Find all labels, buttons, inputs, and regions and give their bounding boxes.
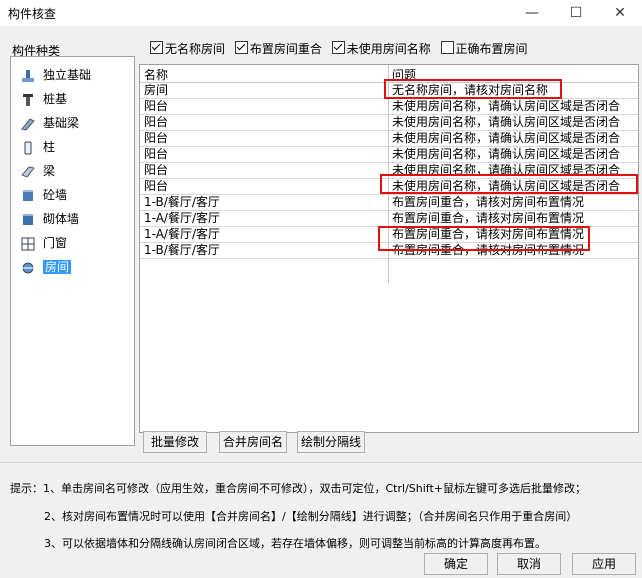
highlight-box-overlap xyxy=(378,226,590,251)
hint-line-3: 3、可以依据墙体和分隔线确认房间闭合区域，若存在墙体偏移，则可调整当前标高的计算… xyxy=(44,537,546,550)
isolated-footing-icon xyxy=(22,69,34,82)
component-item-isolated-footing[interactable]: 独立基础 xyxy=(21,65,91,85)
table-row[interactable]: 阳台 未使用房间名称，请确认房间区域是否闭合 xyxy=(140,131,638,147)
checkbox-checked-icon xyxy=(331,41,345,54)
window-title: 构件核查 xyxy=(8,7,57,21)
room-icon xyxy=(22,262,34,273)
table-row[interactable]: 1-B/餐厅/客厅 布置房间重合，请核对房间布置情况 xyxy=(140,195,638,211)
filter-unnamed-room[interactable]: 无名称房间 xyxy=(150,40,225,57)
component-item-door-window[interactable]: 门窗 xyxy=(21,233,67,253)
component-type-list: 独立基础 桩基 基础梁 柱 梁 砼墙 砌体墙 门窗 房间 xyxy=(10,56,135,446)
filter-unused-room-name[interactable]: 未使用房间名称 xyxy=(331,40,431,57)
foundation-beam-icon xyxy=(21,117,35,130)
close-button[interactable]: ✕ xyxy=(598,0,642,26)
hint-line-2: 2、核对房间布置情况时可以使用【合并房间名】/【绘制分隔线】进行调整；（合并房间… xyxy=(44,510,578,523)
pile-icon xyxy=(23,93,33,106)
checkbox-checked-icon xyxy=(234,41,248,54)
checkbox-unchecked-icon xyxy=(440,41,454,54)
highlight-box-unnamed xyxy=(384,79,562,99)
apply-button[interactable]: 应用 xyxy=(572,553,636,575)
component-item-masonry-wall[interactable]: 砌体墙 xyxy=(21,209,79,229)
highlight-box-unused-name xyxy=(380,174,638,194)
batch-edit-button[interactable]: 批量修改 xyxy=(143,431,207,453)
draw-divider-button[interactable]: 绘制分隔线 xyxy=(297,431,365,453)
masonry-wall-icon xyxy=(23,213,33,225)
hint-line-1: 提示：1、单击房间名可修改（应用生效，重合房间不可修改），双击可定位，Ctrl/… xyxy=(10,482,586,495)
component-item-beam[interactable]: 梁 xyxy=(21,161,55,181)
results-table: 名称 问题 房间 无名称房间，请核对房间名称 阳台 未使用房间名称，请确认房间区域是… xyxy=(139,64,639,433)
table-row[interactable]: 1-A/餐厅/客厅 布置房间重合，请核对房间布置情况 xyxy=(140,211,638,227)
cancel-button[interactable]: 取消 xyxy=(497,553,561,575)
ok-button[interactable]: 确定 xyxy=(424,553,488,575)
merge-room-name-button[interactable]: 合并房间名 xyxy=(219,431,287,453)
column-header-name[interactable]: 名称 xyxy=(144,66,168,83)
component-item-pile[interactable]: 桩基 xyxy=(21,89,67,109)
beam-icon xyxy=(21,166,35,177)
divider xyxy=(0,462,642,463)
component-item-room[interactable]: 房间 xyxy=(21,257,72,277)
door-window-icon xyxy=(21,237,35,250)
column-icon xyxy=(24,141,32,154)
table-row[interactable]: 阳台 未使用房间名称，请确认房间区域是否闭合 xyxy=(140,115,638,131)
title-bar: 构件核查 — ☐ ✕ xyxy=(0,0,642,26)
component-item-foundation-beam[interactable]: 基础梁 xyxy=(21,113,79,133)
filter-correct-room[interactable]: 正确布置房间 xyxy=(440,40,528,57)
filter-checkboxes: 无名称房间 布置房间重合 未使用房间名称 正确布置房间 xyxy=(150,40,534,57)
minimize-button[interactable]: — xyxy=(510,0,554,26)
table-row[interactable]: 阳台 未使用房间名称，请确认房间区域是否闭合 xyxy=(140,99,638,115)
filter-overlapping-room[interactable]: 布置房间重合 xyxy=(234,40,322,57)
table-row[interactable]: 阳台 未使用房间名称，请确认房间区域是否闭合 xyxy=(140,147,638,163)
component-item-concrete-wall[interactable]: 砼墙 xyxy=(21,185,67,205)
checkbox-checked-icon xyxy=(150,41,163,54)
concrete-wall-icon xyxy=(23,189,33,201)
component-item-column[interactable]: 柱 xyxy=(21,137,55,157)
maximize-button[interactable]: ☐ xyxy=(554,0,598,26)
